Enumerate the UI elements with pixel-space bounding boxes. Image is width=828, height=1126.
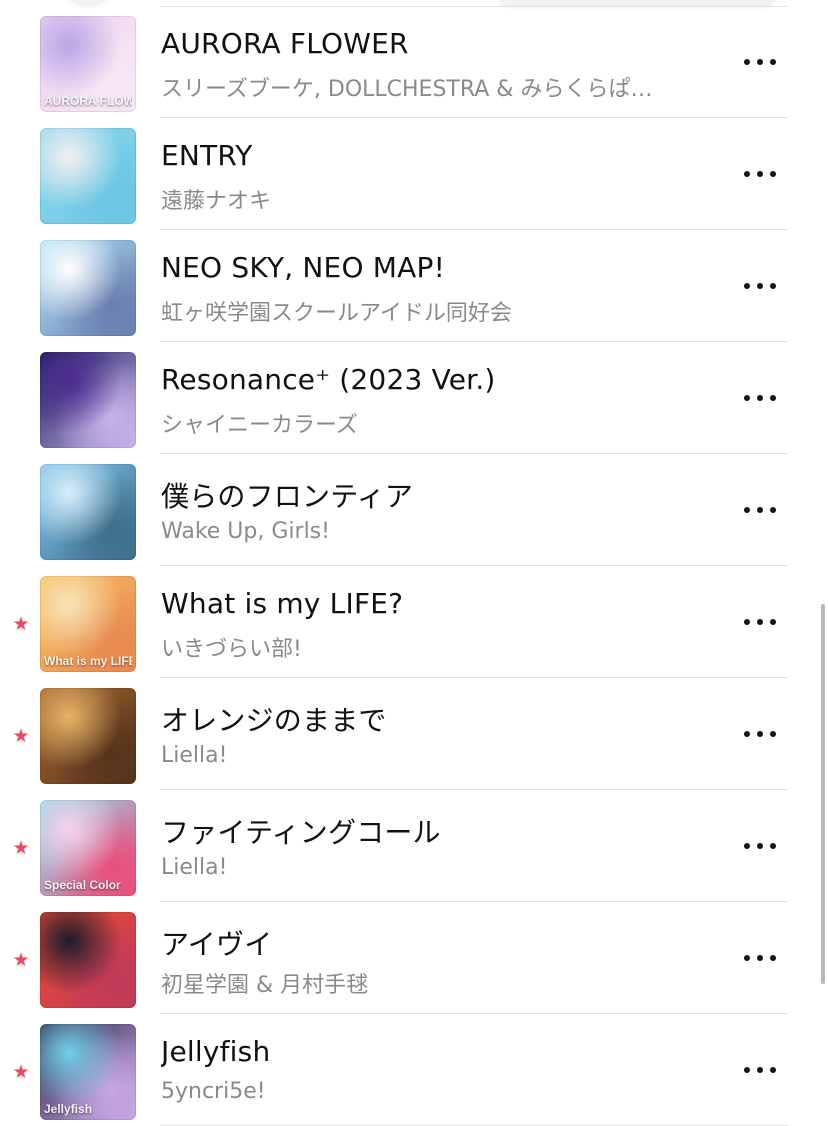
track-title: アイヴイ [161, 928, 273, 961]
more-options-button[interactable] [738, 950, 782, 966]
track-row[interactable]: ★ アイヴイ初星学園 & 月村手毬 [0, 902, 828, 1014]
track-artist: いきづらい部! [161, 637, 302, 662]
album-art[interactable]: Special Color [40, 800, 136, 896]
ellipsis-icon [738, 502, 782, 518]
track-title: オレンジのままで [161, 704, 387, 737]
more-options-button[interactable] [738, 502, 782, 518]
star-icon: ★ [12, 949, 30, 971]
track-row[interactable]: AURORA FLOWER AURORA FLOWER スリーズブーケ, DOLLC… [0, 6, 828, 118]
track-row[interactable]: ★ What is my LIFE? What is my LIFE? いきづらい部! [0, 566, 828, 678]
track-title: Jellyfish [161, 1035, 271, 1068]
scrollbar[interactable] [821, 604, 825, 984]
track-artist: Liella! [161, 743, 228, 768]
star-icon: ★ [12, 725, 30, 747]
album-art[interactable] [40, 352, 136, 448]
album-art-lettering: AURORA FLOWER [44, 94, 132, 108]
track-artist: 虹ヶ咲学園スクールアイドル同好会 [161, 301, 512, 326]
star-icon: ★ [12, 837, 30, 859]
more-options-button[interactable] [738, 54, 782, 70]
ellipsis-icon [738, 614, 782, 630]
track-row[interactable]: Resonance⁺ (2023 Ver.) シャイニーカラーズ [0, 342, 828, 454]
track-title: ENTRY [161, 139, 253, 172]
track-artist: 5yncri5e! [161, 1079, 266, 1104]
track-row[interactable]: ★ オレンジのままで Liella! [0, 678, 828, 790]
track-title: ファイティングコール [161, 816, 441, 849]
more-options-button[interactable] [738, 614, 782, 630]
ellipsis-icon [738, 726, 782, 742]
ellipsis-icon [738, 54, 782, 70]
album-art[interactable] [40, 128, 136, 224]
album-art[interactable] [40, 240, 136, 336]
star-icon: ★ [12, 613, 30, 635]
more-options-button[interactable] [738, 166, 782, 182]
more-options-button[interactable] [738, 278, 782, 294]
ellipsis-icon [738, 838, 782, 854]
track-artist: 遠藤ナオキ [161, 189, 272, 214]
track-title: Resonance⁺ (2023 Ver.) [161, 363, 496, 396]
track-row[interactable]: ★ Special Color ファイティングコール Liella! [0, 790, 828, 902]
album-art[interactable]: What is my LIFE? [40, 576, 136, 672]
track-row[interactable]: ENTRY 遠藤ナオキ [0, 118, 828, 230]
ellipsis-icon [738, 1062, 782, 1078]
more-options-button[interactable] [738, 1062, 782, 1078]
track-row[interactable]: ★ Jellyfish Jellyfish 5yncri5e! [0, 1014, 828, 1126]
ellipsis-icon [738, 166, 782, 182]
track-title: AURORA FLOWER [161, 27, 409, 60]
ellipsis-icon [738, 278, 782, 294]
album-art[interactable] [40, 688, 136, 784]
ellipsis-icon [738, 390, 782, 406]
track-artist: 初星学園 & 月村手毬 [161, 973, 369, 998]
album-art[interactable] [40, 912, 136, 1008]
track-title: NEO SKY, NEO MAP! [161, 251, 446, 284]
album-art[interactable] [40, 464, 136, 560]
album-art-lettering: What is my LIFE? [44, 654, 132, 668]
track-artist: スリーズブーケ, DOLLCHESTRA & みらくらぱ… [161, 77, 653, 102]
album-art-lettering: Special Color [44, 878, 121, 892]
star-icon: ★ [12, 1061, 30, 1083]
album-art[interactable]: AURORA FLOWER [40, 16, 136, 112]
track-list: AURORA FLOWER AURORA FLOWER スリーズブーケ, DOLLC… [0, 6, 828, 1126]
track-title: 僕らのフロンティア [161, 480, 414, 513]
more-options-button[interactable] [738, 390, 782, 406]
more-options-button[interactable] [738, 726, 782, 742]
track-row[interactable]: NEO SKY, NEO MAP! 虹ヶ咲学園スクールアイドル同好会 [0, 230, 828, 342]
album-art-lettering: Jellyfish [44, 1102, 93, 1116]
track-artist: Wake Up, Girls! [161, 519, 330, 544]
track-artist: シャイニーカラーズ [161, 413, 358, 438]
ellipsis-icon [738, 950, 782, 966]
track-row[interactable]: 僕らのフロンティア Wake Up, Girls! [0, 454, 828, 566]
track-title: What is my LIFE? [161, 587, 404, 620]
album-art[interactable]: Jellyfish [40, 1024, 136, 1120]
track-artist: Liella! [161, 855, 228, 880]
more-options-button[interactable] [738, 838, 782, 854]
